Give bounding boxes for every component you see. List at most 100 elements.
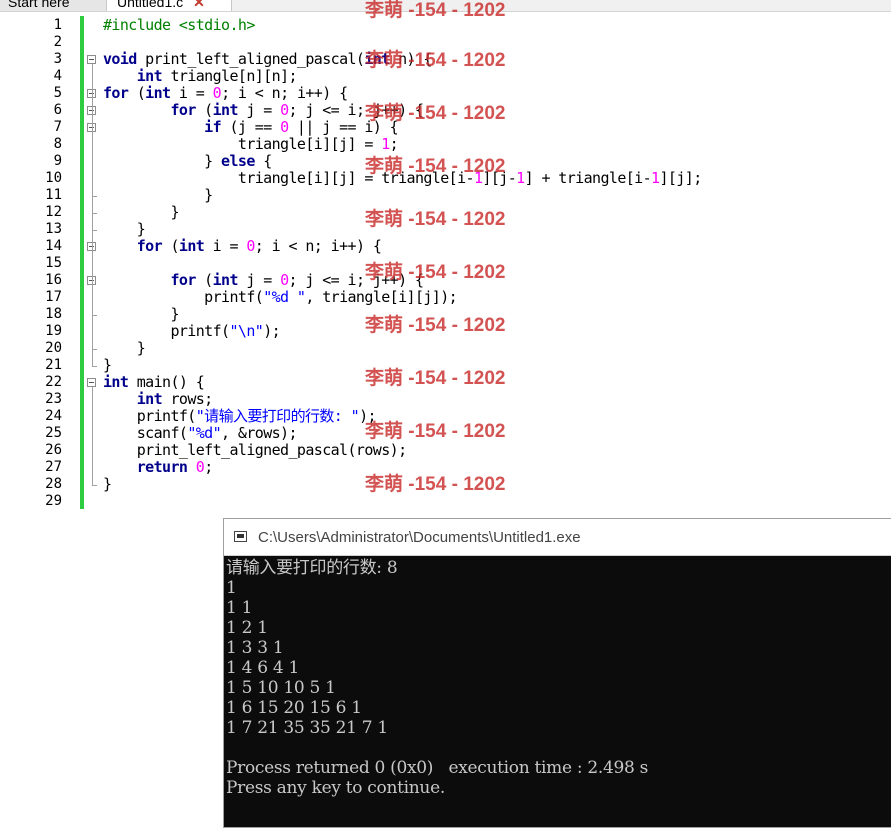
console-title-bar[interactable]: C:\Users\Administrator\Documents\Untitle… <box>224 519 891 556</box>
console-app-icon <box>234 531 247 542</box>
code-token: for <box>170 101 196 119</box>
code-line[interactable]: } <box>103 357 112 374</box>
code-token: int <box>212 271 239 289</box>
line-number: 24 <box>45 408 62 424</box>
code-token: int <box>103 373 129 391</box>
tab-untitled1[interactable]: Untitled1.c ✕ <box>106 0 232 11</box>
code-line[interactable]: int main() { <box>103 373 205 391</box>
code-token: "%d " <box>263 288 306 306</box>
code-line[interactable]: triangle[i][j] = 1; <box>103 136 399 153</box>
code-line[interactable]: } <box>103 187 213 204</box>
code-token: 1 <box>516 169 525 187</box>
code-token: if <box>204 118 222 136</box>
code-token: ; i < n; i++) { <box>254 237 382 255</box>
code-line[interactable]: return 0; <box>103 458 214 476</box>
console-line: 1 6 15 20 15 6 1 <box>226 698 362 718</box>
code-token: 0 <box>212 84 222 102</box>
tab-bar: Start here Untitled1.c ✕ <box>0 0 891 12</box>
code-line[interactable]: printf("请输入要打印的行数: "); <box>103 407 377 425</box>
code-token: "请输入要打印的行数: " <box>195 407 360 425</box>
code-line[interactable]: for (int j = 0; j <= i; j++) { <box>103 101 425 119</box>
fold-end-tick <box>92 366 97 367</box>
line-number: 13 <box>45 221 62 237</box>
code-line[interactable]: for (int j = 0; j <= i; j++) { <box>103 271 424 289</box>
code-token: "\n" <box>229 322 264 340</box>
line-number: 17 <box>45 289 62 305</box>
code-token: } <box>103 152 222 170</box>
code-line[interactable]: print_left_aligned_pascal(rows); <box>103 442 407 459</box>
code-token: ( <box>195 101 213 119</box>
code-line[interactable]: } <box>103 475 112 493</box>
code-token: j = <box>237 101 281 119</box>
line-number: 22 <box>45 374 62 390</box>
console-window[interactable]: C:\Users\Administrator\Documents\Untitle… <box>223 518 891 828</box>
console-output: 请输入要打印的行数: 811 11 2 11 3 3 11 4 6 4 11 5… <box>224 558 891 828</box>
code-token: int <box>212 101 239 119</box>
code-line[interactable]: int rows; <box>103 391 213 408</box>
code-token: } <box>103 203 179 221</box>
code-line[interactable]: } <box>103 220 146 238</box>
code-token: ; <box>204 458 213 476</box>
code-line[interactable]: if (j == 0 || j == i) { <box>103 118 399 136</box>
code-token: i = <box>170 84 213 102</box>
code-line[interactable]: printf("%d ", triangle[i][j]); <box>103 288 458 306</box>
line-number: 3 <box>53 51 62 67</box>
line-number: 18 <box>45 306 62 322</box>
code-token: ; j <= i; j++) { <box>288 101 425 119</box>
code-line[interactable]: } <box>103 340 146 357</box>
code-line[interactable]: } <box>103 306 179 323</box>
code-token: , triangle[i][j]); <box>305 288 458 306</box>
fold-guide <box>92 64 93 366</box>
line-number: 20 <box>45 340 62 356</box>
code-line[interactable]: scanf("%d", &rows); <box>103 425 298 442</box>
code-token: } <box>103 220 146 238</box>
code-line[interactable]: int triangle[n][n]; <box>103 67 298 85</box>
code-token: int <box>136 390 163 408</box>
console-line: 1 7 21 35 35 21 7 1 <box>226 718 388 738</box>
console-line: Press any key to continue. <box>226 778 445 798</box>
code-line[interactable]: void print_left_aligned_pascal(int n) { <box>103 51 432 68</box>
line-number: 25 <box>45 425 62 441</box>
code-line[interactable]: } <box>103 204 179 221</box>
code-token: int <box>178 237 205 255</box>
code-line[interactable]: triangle[i][j] = triangle[i-1][j-1] + tr… <box>103 170 702 187</box>
code-token: 0 <box>280 271 289 289</box>
line-number: 10 <box>45 170 62 186</box>
console-line: 1 2 1 <box>226 618 268 638</box>
line-number: 27 <box>45 459 62 475</box>
line-number: 29 <box>45 493 62 509</box>
fold-toggle-icon[interactable] <box>87 55 96 64</box>
line-number: 15 <box>45 255 62 271</box>
line-number: 5 <box>53 85 62 101</box>
change-bar <box>80 16 84 509</box>
code-token: for <box>170 271 196 289</box>
code-token: } <box>103 475 112 493</box>
code-line[interactable]: printf("\n"); <box>103 323 280 340</box>
console-line: 1 1 <box>226 598 253 618</box>
fold-toggle-icon[interactable] <box>87 378 96 387</box>
code-token: ( <box>162 237 179 255</box>
fold-end-tick <box>92 196 97 197</box>
code-line[interactable]: for (int i = 0; i < n; i++) { <box>103 237 382 255</box>
line-number: 23 <box>45 391 62 407</box>
close-icon[interactable]: ✕ <box>193 0 205 10</box>
tab-start-here[interactable]: Start here <box>0 0 113 11</box>
line-number: 28 <box>45 476 62 492</box>
code-token: printf( <box>103 407 197 425</box>
code-line[interactable]: } else { <box>103 153 272 170</box>
code-token: int <box>136 67 163 85</box>
code-line[interactable]: for (int i = 0; i < n; i++) { <box>103 85 348 102</box>
code-token: 0 <box>195 458 205 476</box>
code-token: j = <box>237 271 281 289</box>
tab-label: Start here <box>8 0 70 10</box>
console-line: 1 <box>226 578 237 598</box>
code-token: } <box>103 186 213 204</box>
line-number: 9 <box>53 153 62 169</box>
code-line[interactable]: #include <stdio.h> <box>103 17 255 34</box>
fold-end-tick <box>92 213 97 214</box>
line-number: 8 <box>53 136 62 152</box>
